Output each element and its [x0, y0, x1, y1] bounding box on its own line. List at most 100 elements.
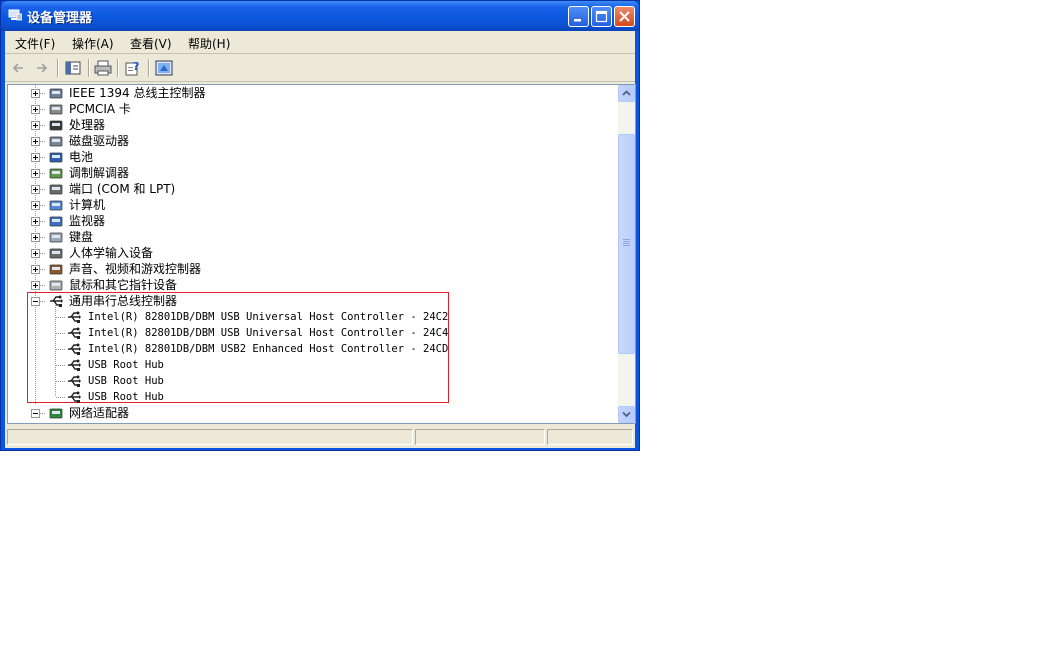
usb-device-item[interactable]: USB Root Hub	[8, 373, 428, 389]
tree-category[interactable]: IEEE 1394 总线主控制器	[8, 85, 608, 101]
menu-help[interactable]: 帮助(H)	[188, 35, 230, 52]
tree-category[interactable]: 监视器	[8, 213, 608, 229]
svg-text:?: ?	[133, 60, 139, 73]
usb-device-label: Intel(R) 82801DB/DBM USB2 Enhanced Host …	[88, 343, 449, 355]
toolbar-separator	[117, 59, 119, 77]
tree-category[interactable]: 键盘	[8, 229, 608, 245]
expand-toggle[interactable]	[31, 105, 40, 114]
tree-category[interactable]: 人体学输入设备	[8, 245, 608, 261]
grip-line	[623, 245, 630, 246]
keyboard-icon	[49, 232, 63, 243]
expand-toggle[interactable]	[31, 153, 40, 162]
tree-category[interactable]: 通用串行总线控制器	[8, 293, 608, 309]
chevron-up-icon	[622, 90, 631, 96]
usb-device-label: USB Root Hub	[88, 359, 164, 371]
tree-category-label: 端口 (COM 和 LPT)	[69, 182, 176, 196]
tree-category-label: 磁盘驱动器	[69, 134, 130, 148]
usb-device-item[interactable]: USB Root Hub	[8, 357, 428, 373]
grip-line	[623, 243, 630, 244]
tree-category[interactable]: 网络适配器	[8, 405, 608, 421]
scroll-thumb[interactable]	[618, 134, 635, 354]
monitor-icon	[49, 216, 63, 227]
expand-toggle[interactable]	[31, 121, 40, 130]
printer-icon[interactable]	[93, 58, 113, 78]
tree-category[interactable]: 磁盘驱动器	[8, 133, 608, 149]
usb-icon	[50, 295, 63, 307]
usb-device-icon	[68, 327, 81, 339]
menu-action[interactable]: 操作(A)	[72, 35, 114, 52]
usb-device-label: Intel(R) 82801DB/DBM USB Universal Host …	[88, 311, 449, 323]
tree-category-label: 处理器	[69, 118, 106, 132]
scroll-up-button[interactable]	[618, 85, 635, 102]
collapse-toggle[interactable]	[31, 409, 40, 418]
tree-connector	[56, 397, 65, 398]
tree-category-label: 键盘	[69, 230, 94, 244]
toolbar: ?	[5, 55, 635, 82]
tree-category-label: 声音、视频和游戏控制器	[69, 262, 202, 276]
tree-category-label: PCMCIA 卡	[69, 102, 131, 116]
tree-category[interactable]: 声音、视频和游戏控制器	[8, 261, 608, 277]
expand-toggle[interactable]	[31, 281, 40, 290]
menu-view[interactable]: 查看(V)	[130, 35, 172, 52]
tree-category[interactable]: 计算机	[8, 197, 608, 213]
close-button[interactable]	[614, 6, 635, 27]
port-icon	[49, 184, 63, 195]
disk-drive-icon	[49, 136, 63, 147]
device-tree[interactable]: IEEE 1394 总线主控制器 PCMCIA 卡处理器磁盘驱动器电池 调制解调器端…	[8, 85, 619, 423]
usb-device-item[interactable]: Intel(R) 82801DB/DBM USB2 Enhanced Host …	[8, 341, 448, 357]
maximize-icon	[595, 10, 608, 23]
usb-device-item[interactable]: Intel(R) 82801DB/DBM USB Universal Host …	[8, 325, 448, 341]
usb-device-icon	[68, 311, 81, 323]
window-client: 文件(F) 操作(A) 查看(V) 帮助(H) ? IEEE 1394 总线主控…	[5, 31, 636, 448]
expand-toggle[interactable]	[31, 233, 40, 242]
minimize-button[interactable]	[568, 6, 589, 27]
usb-device-item[interactable]: USB Root Hub	[8, 389, 428, 405]
pcmcia-card-icon	[49, 104, 63, 115]
tree-category-label: 网络适配器	[69, 406, 130, 420]
usb-device-icon	[68, 359, 81, 371]
grip-line	[623, 239, 630, 240]
expand-toggle[interactable]	[31, 265, 40, 274]
tree-category[interactable]: PCMCIA 卡	[8, 101, 608, 117]
expand-toggle[interactable]	[31, 249, 40, 258]
status-pane-main	[7, 429, 413, 445]
usb-device-label: Intel(R) 82801DB/DBM USB Universal Host …	[88, 327, 449, 339]
expand-toggle[interactable]	[31, 137, 40, 146]
tree-category-label: 鼠标和其它指针设备	[69, 278, 178, 292]
maximize-button[interactable]	[591, 6, 612, 27]
menu-bar: 文件(F) 操作(A) 查看(V) 帮助(H)	[5, 31, 635, 54]
expand-toggle[interactable]	[31, 169, 40, 178]
forward-arrow-icon[interactable]	[31, 58, 51, 78]
expand-toggle[interactable]	[31, 89, 40, 98]
tree-category[interactable]: 端口 (COM 和 LPT)	[8, 181, 608, 197]
close-icon	[619, 11, 630, 22]
collapse-toggle[interactable]	[31, 297, 40, 306]
hid-icon	[49, 248, 63, 259]
tree-connector	[56, 349, 65, 350]
toolbar-separator	[88, 59, 90, 77]
scroll-down-button[interactable]	[618, 406, 635, 423]
expand-toggle[interactable]	[31, 201, 40, 210]
expand-toggle[interactable]	[31, 217, 40, 226]
computer-icon	[49, 200, 63, 211]
vertical-scrollbar[interactable]	[618, 85, 635, 423]
tree-category[interactable]: 电池	[8, 149, 608, 165]
console-tree-icon[interactable]	[63, 58, 83, 78]
device-manager-icon	[8, 9, 22, 21]
tree-connector	[56, 365, 65, 366]
tree-category-label: 监视器	[69, 214, 106, 228]
usb-device-item[interactable]: Intel(R) 82801DB/DBM USB Universal Host …	[8, 309, 448, 325]
tree-connector	[56, 333, 65, 334]
usb-device-label: USB Root Hub	[88, 391, 164, 403]
update-driver-icon[interactable]	[154, 58, 174, 78]
tree-category[interactable]: 处理器	[8, 117, 608, 133]
tree-category[interactable]: 调制解调器	[8, 165, 608, 181]
expand-toggle[interactable]	[31, 185, 40, 194]
properties-help-icon[interactable]: ?	[123, 58, 143, 78]
tree-connector	[56, 317, 65, 318]
title-bar[interactable]: 设备管理器	[1, 1, 639, 31]
tree-category[interactable]: 鼠标和其它指针设备	[8, 277, 608, 293]
back-arrow-icon[interactable]	[9, 58, 29, 78]
menu-file[interactable]: 文件(F)	[15, 35, 55, 52]
tree-category-label: 电池	[69, 150, 94, 164]
